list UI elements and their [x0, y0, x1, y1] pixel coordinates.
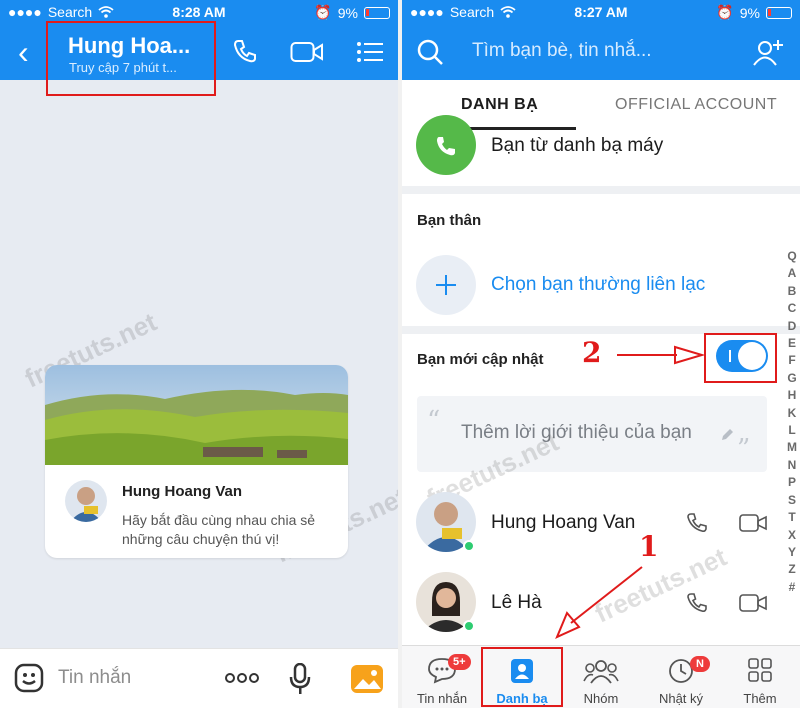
video-call-icon[interactable]	[290, 40, 324, 64]
phonebook-label: Bạn từ danh bạ máy	[491, 135, 664, 156]
new-badge: N	[690, 656, 710, 672]
alphabet-letter[interactable]: Y	[785, 544, 799, 561]
card-contact-name: Hung Hoang Van	[122, 483, 242, 500]
sticker-icon[interactable]	[14, 663, 44, 693]
alphabet-letter[interactable]: G	[785, 370, 799, 387]
microphone-icon[interactable]	[289, 663, 311, 695]
highlight-box-contacts-tab	[481, 647, 563, 707]
nav-more[interactable]: Thêm	[720, 646, 800, 708]
message-input[interactable]: Tin nhắn	[58, 667, 131, 689]
more-options-icon[interactable]	[225, 673, 259, 683]
annotation-arrow-down	[555, 566, 643, 639]
phone-call-icon[interactable]	[232, 38, 258, 64]
alphabet-letter[interactable]: M	[785, 439, 799, 456]
best-friends-title: Bạn thân	[417, 212, 482, 229]
open-quote-icon: “	[427, 406, 441, 436]
alphabet-letter[interactable]: F	[785, 352, 799, 369]
section-separator	[402, 186, 800, 194]
alphabet-search-icon[interactable]: Q	[785, 248, 799, 265]
highlight-box-toggle	[704, 333, 777, 383]
intro-message-box[interactable]: “ Thêm lời giới thiệu của bạn ”	[417, 396, 767, 472]
video-call-icon[interactable]	[739, 594, 767, 612]
alphabet-letter[interactable]: L	[785, 422, 799, 439]
nav-groups[interactable]: Nhóm	[561, 646, 641, 708]
alphabet-letter[interactable]: C	[785, 300, 799, 317]
nav-timeline[interactable]: N Nhật ký	[641, 646, 721, 708]
menu-list-icon[interactable]	[356, 41, 384, 63]
choose-best-friend-label: Chọn bạn thường liên lạc	[491, 274, 706, 295]
unread-badge: 5+	[448, 654, 471, 670]
battery-icon	[766, 6, 792, 19]
plus-icon	[416, 255, 476, 315]
alphabet-letter[interactable]: H	[785, 387, 799, 404]
alphabet-letter[interactable]: A	[785, 265, 799, 282]
phone-call-icon[interactable]	[686, 592, 708, 614]
online-status-dot	[463, 620, 475, 632]
message-composer: Tin nhắn	[0, 648, 398, 708]
intro-placeholder: Thêm lời giới thiệu của bạn	[461, 422, 692, 443]
status-bar: ●●●● Search 8:27 AM ⏰ 9%	[402, 0, 800, 24]
phonebook-icon	[416, 115, 476, 175]
battery-icon	[364, 6, 390, 19]
contact-name: Lê Hà	[491, 592, 542, 613]
alphabet-letter[interactable]: T	[785, 509, 799, 526]
close-quote-icon: ”	[737, 434, 751, 464]
group-icon	[583, 660, 619, 684]
contacts-screen: ●●●● Search 8:27 AM ⏰ 9% Tìm bạn bè, tin n…	[402, 0, 800, 708]
landscape-cover-image	[45, 365, 348, 465]
alphabet-index[interactable]: Q A B C D E F G H K L M N P S T X Y Z #	[785, 248, 799, 596]
alphabet-letter[interactable]: K	[785, 405, 799, 422]
battery-percent: 9%	[337, 4, 358, 21]
alphabet-letter[interactable]: N	[785, 457, 799, 474]
highlight-box-chat-title	[46, 21, 216, 96]
alphabet-letter[interactable]: S	[785, 492, 799, 509]
alphabet-letter[interactable]: X	[785, 527, 799, 544]
alarm-icon: ⏰	[314, 4, 332, 20]
card-greeting-text: Hãy bắt đầu cùng nhau chia sẻ những câu …	[122, 512, 316, 547]
alphabet-letter[interactable]: #	[785, 579, 799, 596]
alphabet-letter[interactable]: D	[785, 318, 799, 335]
annotation-arrow-right	[617, 345, 705, 365]
contacts-header: ●●●● Search 8:27 AM ⏰ 9% Tìm bạn bè, tin n…	[402, 0, 800, 80]
nav-label: Tin nhắn	[416, 691, 468, 706]
pencil-icon	[722, 429, 733, 440]
tab-official-account[interactable]: OFFICIAL ACCOUNT	[615, 96, 777, 114]
battery-percent: 9%	[739, 4, 760, 21]
nav-messages[interactable]: 5+ Tin nhắn	[402, 646, 482, 708]
search-icon[interactable]	[416, 38, 444, 66]
alphabet-letter[interactable]: P	[785, 474, 799, 491]
alphabet-letter[interactable]: E	[785, 335, 799, 352]
grid-icon	[748, 658, 772, 682]
choose-best-friend-row[interactable]: Chọn bạn thường liên lạc	[402, 252, 800, 318]
gallery-image-icon[interactable]	[350, 663, 384, 695]
tab-contacts[interactable]: DANH BẠ	[461, 96, 538, 114]
back-icon[interactable]: ‹	[18, 36, 29, 68]
online-status-dot	[463, 540, 475, 552]
contact-name: Hung Hoang Van	[491, 512, 636, 533]
phone-call-icon[interactable]	[686, 512, 708, 534]
nav-label: Thêm	[743, 691, 777, 706]
video-call-icon[interactable]	[739, 514, 767, 532]
search-input[interactable]: Tìm bạn bè, tin nhắ...	[472, 40, 652, 62]
nav-label: Nhóm	[583, 691, 619, 706]
alarm-icon: ⏰	[716, 4, 734, 20]
alphabet-letter[interactable]: B	[785, 283, 799, 300]
recent-updates-title: Bạn mới cập nhật	[417, 351, 544, 368]
chat-screen: ●●●● Search 8:28 AM ⏰ 9% ‹ Hung Hoa... Tru…	[0, 0, 398, 708]
avatar[interactable]	[65, 480, 107, 522]
intro-card: Hung Hoang Van Hãy bắt đầu cùng nhau chi…	[45, 365, 348, 558]
contact-row[interactable]: Hung Hoang Van	[402, 492, 782, 554]
nav-label: Nhật ký	[658, 691, 704, 706]
annotation-step-1: 1	[639, 530, 659, 563]
add-friend-icon[interactable]	[752, 38, 784, 66]
bottom-navigation: 5+ Tin nhắn Danh bạ Nhóm N Nhật ký Thêm	[402, 645, 800, 708]
annotation-step-2: 2	[582, 336, 602, 369]
alphabet-letter[interactable]: Z	[785, 561, 799, 578]
phonebook-row[interactable]: Bạn từ danh bạ máy	[402, 115, 800, 186]
